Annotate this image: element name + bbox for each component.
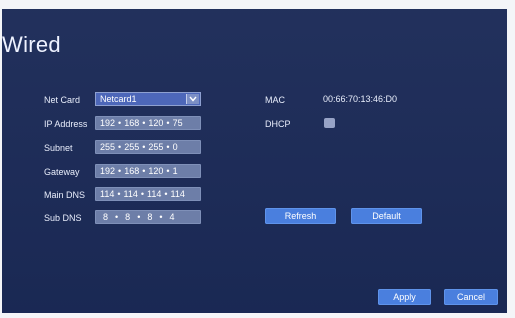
octet-separator: •	[140, 189, 145, 199]
octet-separator: •	[142, 166, 146, 176]
ip-octet: 168	[124, 118, 140, 128]
subnet-label: Subnet	[44, 143, 73, 153]
octet-separator: •	[166, 142, 170, 152]
gateway-octet: 120	[148, 166, 164, 176]
refresh-button[interactable]: Refresh	[265, 208, 336, 224]
octet-separator: •	[137, 212, 141, 222]
subnet-octet: 255	[148, 142, 164, 152]
subnet-octet: 255	[124, 142, 140, 152]
gateway-octet: 1	[172, 166, 178, 176]
gateway-label: Gateway	[44, 167, 80, 177]
octet-separator: •	[159, 212, 163, 222]
dhcp-checkbox[interactable]	[324, 118, 335, 128]
octet-separator: •	[164, 189, 168, 199]
net-card-value: Netcard1	[100, 94, 137, 104]
main-dns-octet: 114	[123, 189, 138, 199]
panel-shade	[2, 9, 507, 313]
octet-separator: •	[142, 142, 146, 152]
chevron-down-icon[interactable]	[186, 94, 199, 104]
octet-separator: •	[118, 118, 122, 128]
main-dns-label: Main DNS	[44, 190, 86, 200]
ip-octet: 120	[148, 118, 164, 128]
gateway-octet: 168	[124, 166, 140, 176]
octet-separator: •	[166, 118, 170, 128]
gateway-input[interactable]: 192 • 168 • 120 • 1	[95, 164, 201, 178]
sub-dns-octet: 8	[125, 212, 131, 222]
ip-address-label: IP Address	[44, 119, 88, 129]
octet-separator: •	[142, 118, 146, 128]
ip-octet: 75	[172, 118, 183, 128]
wired-settings-panel	[2, 9, 507, 313]
ip-address-input[interactable]: 192 • 168 • 120 • 75	[95, 116, 201, 130]
octet-separator: •	[118, 142, 122, 152]
page-title: Wired	[2, 32, 61, 57]
apply-button[interactable]: Apply	[378, 289, 431, 305]
ip-octet: 192	[100, 118, 116, 128]
sub-dns-octet: 8	[103, 212, 109, 222]
sub-dns-label: Sub DNS	[44, 213, 82, 223]
mac-value: 00:66:70:13:46:D0	[323, 94, 398, 104]
octet-separator: •	[117, 189, 121, 199]
subnet-input[interactable]: 255 • 255 • 255 • 0	[95, 140, 201, 154]
main-dns-octet: 114	[147, 189, 162, 199]
cancel-button[interactable]: Cancel	[444, 289, 498, 305]
dhcp-label: DHCP	[265, 119, 291, 129]
sub-dns-octet: 4	[169, 212, 175, 222]
octet-separator: •	[115, 212, 119, 222]
sub-dns-octet: 8	[147, 212, 153, 222]
subnet-octet: 0	[172, 142, 178, 152]
gateway-octet: 192	[100, 166, 116, 176]
net-card-select[interactable]: Netcard1	[95, 92, 201, 106]
octet-separator: •	[166, 166, 170, 176]
main-dns-octet: 114	[100, 189, 115, 199]
default-button[interactable]: Default	[351, 208, 422, 224]
sub-dns-input[interactable]: 8 • 8 • 8 • 4	[95, 210, 201, 224]
subnet-octet: 255	[100, 142, 116, 152]
octet-separator: •	[118, 166, 122, 176]
mac-label: MAC	[265, 95, 285, 105]
net-card-label: Net Card	[44, 95, 81, 105]
main-dns-octet: 114	[170, 189, 185, 199]
main-dns-input[interactable]: 114 • 114 • 114 • 114	[95, 187, 201, 201]
